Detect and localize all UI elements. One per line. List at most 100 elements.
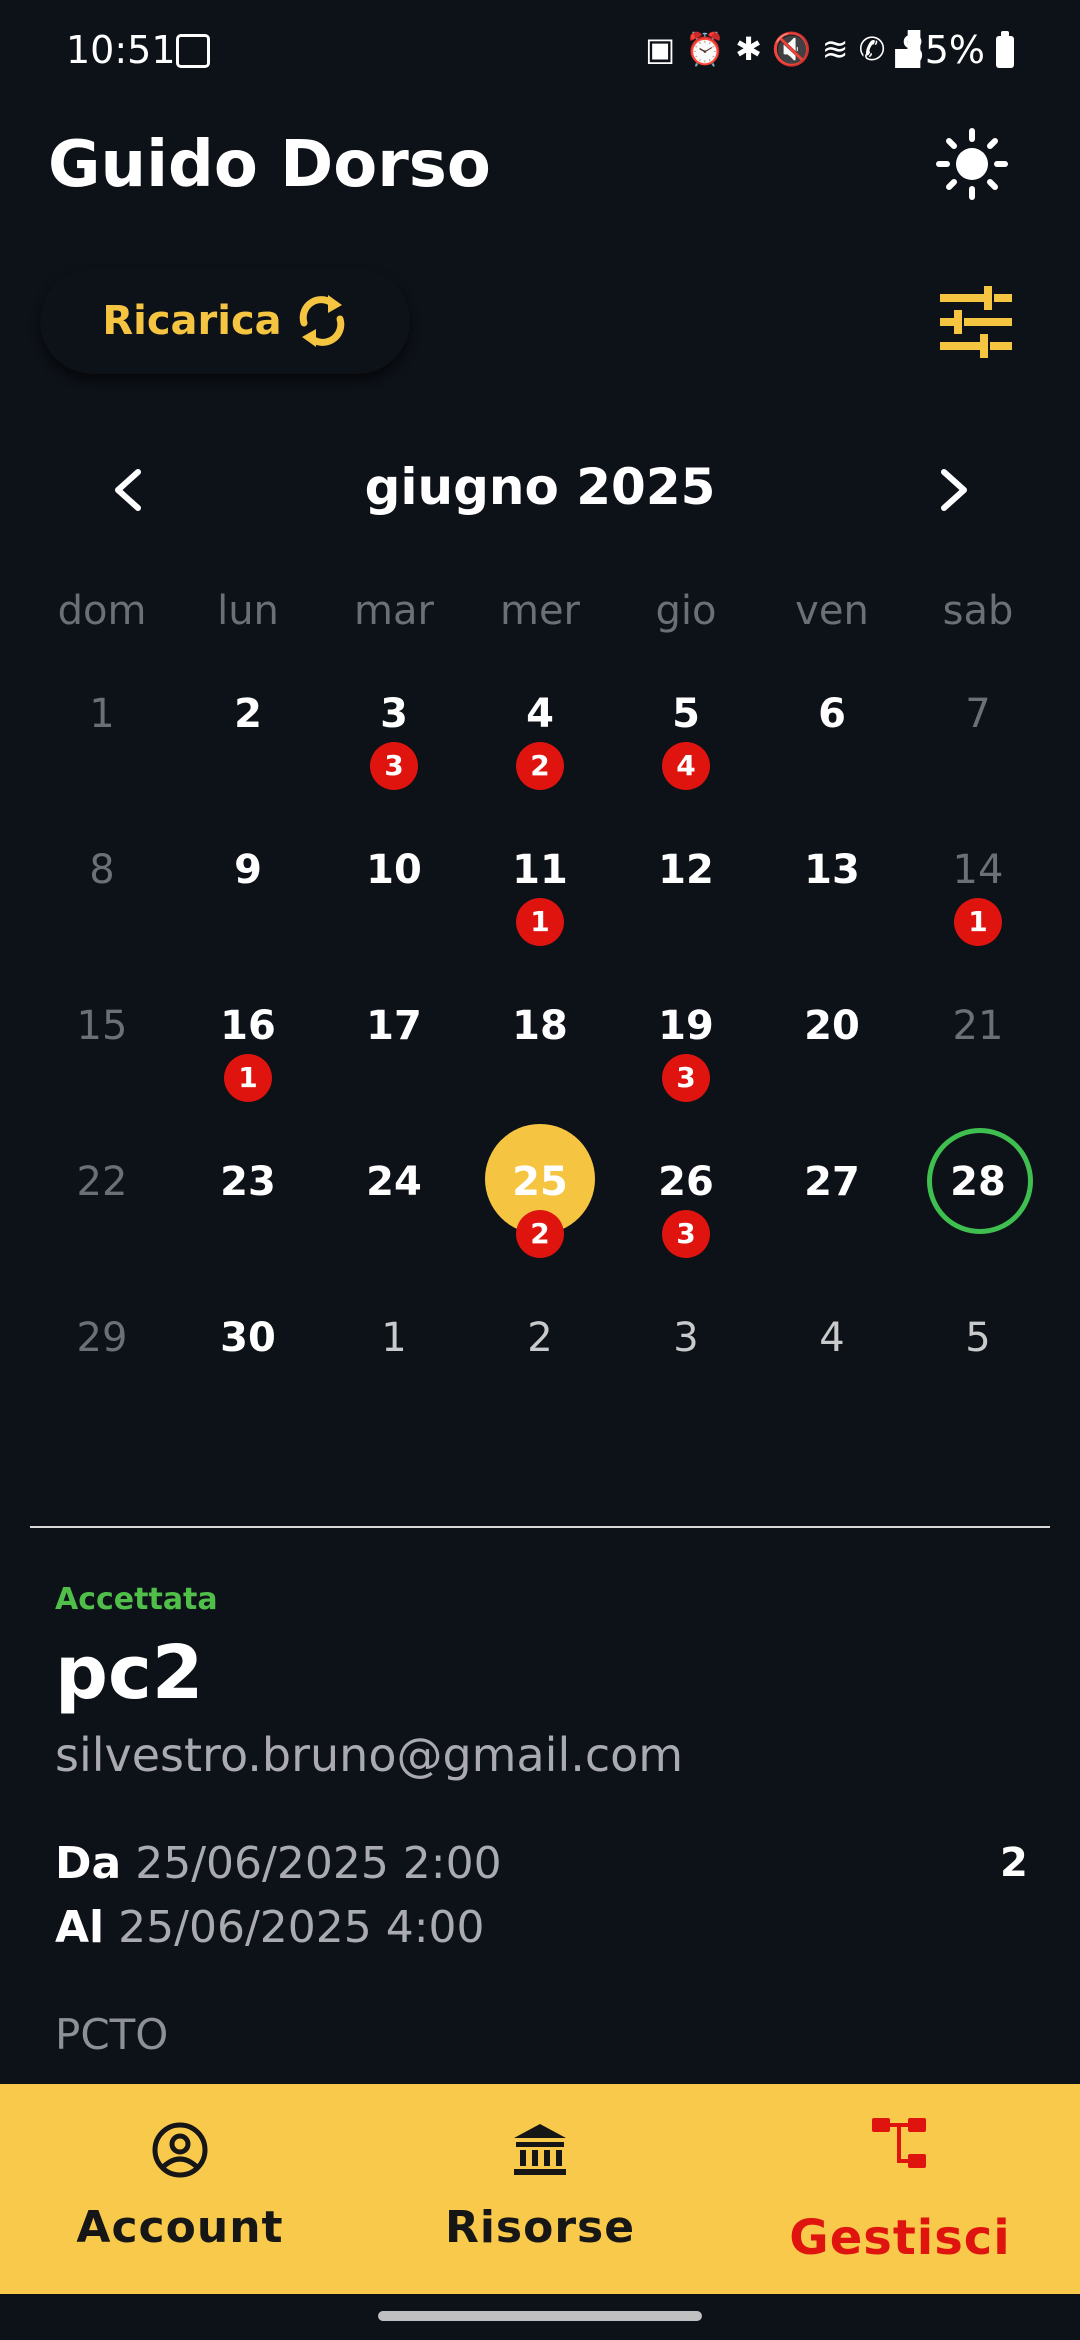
calendar-day[interactable]: 28 [905, 1128, 1051, 1314]
gallery-notification-icon [176, 34, 210, 68]
day-number: 2 [234, 691, 262, 737]
day-number: 13 [804, 847, 860, 893]
day-number: 14 [952, 847, 1004, 893]
calendar-day[interactable]: 22 [29, 1158, 175, 1314]
calendar-day[interactable]: 13 [759, 846, 905, 1002]
calendar-day[interactable]: 11 1 [467, 846, 613, 1002]
calendar-day[interactable]: 7 [905, 690, 1051, 846]
previous-month-button[interactable] [108, 466, 148, 514]
calendar-day[interactable]: 2 [467, 1314, 613, 1470]
day-number: 2 [527, 1315, 553, 1361]
calendar-day[interactable]: 2 [175, 690, 321, 846]
weekday-label: dom [57, 588, 147, 634]
calendar-day[interactable]: 23 [175, 1158, 321, 1314]
nav-manage[interactable]: Gestisci [720, 2084, 1080, 2294]
calendar-day[interactable]: 17 [321, 1002, 467, 1158]
booking-count-badge: 3 [662, 1054, 710, 1102]
calendar-day[interactable]: 1 [29, 690, 175, 846]
day-number: 10 [366, 847, 422, 893]
day-number: 5 [965, 1315, 991, 1361]
day-number: 4 [819, 1315, 845, 1361]
day-number: 27 [804, 1159, 860, 1205]
calendar-day[interactable]: 4 [759, 1314, 905, 1470]
status-icons: ▣⏰✱🔇≋✆▟ [645, 30, 930, 68]
calendar-day[interactable]: 26 3 [613, 1158, 759, 1314]
day-number: 26 [658, 1159, 714, 1205]
booking-count-badge: 1 [224, 1054, 272, 1102]
booking-count-badge: 2 [516, 1210, 564, 1258]
calendar-day[interactable]: 19 3 [613, 1002, 759, 1158]
nav-resources[interactable]: Risorse [360, 2084, 720, 2294]
day-number: 1 [89, 691, 115, 737]
status-time: 10:51 [66, 28, 176, 72]
mute-icon: 🔇 [771, 30, 822, 68]
bottom-navigation: Account Risorse Gestisci [0, 2084, 1080, 2294]
day-number: 11 [512, 847, 568, 893]
calendar-day[interactable]: 24 [321, 1158, 467, 1314]
account-tree-icon [872, 2118, 926, 2168]
day-number: 29 [76, 1315, 128, 1361]
calendar-day[interactable]: 10 [321, 846, 467, 1002]
nav-resources-label: Risorse [444, 2202, 636, 2253]
calendar-day[interactable]: 33 [321, 690, 467, 846]
calendar-day[interactable]: 1 [321, 1314, 467, 1470]
calendar-day[interactable]: 3 [613, 1314, 759, 1470]
calendar-day[interactable]: 14 1 [905, 846, 1051, 1002]
next-month-button[interactable] [934, 466, 974, 514]
day-number: 5 [672, 691, 700, 737]
calendar-day[interactable]: 12 [613, 846, 759, 1002]
booking-email: silvestro.bruno@gmail.com [55, 1728, 684, 1782]
day-number: 3 [380, 691, 408, 737]
day-number: 3 [673, 1315, 699, 1361]
bluetooth-icon: ✱ [735, 30, 772, 68]
calendar-day[interactable]: 42 [467, 690, 613, 846]
calendar-day[interactable]: 8 [29, 846, 175, 1002]
calendar-day[interactable]: 29 [29, 1314, 175, 1470]
day-number: 12 [658, 847, 714, 893]
booking-count-badge: 3 [662, 1210, 710, 1258]
booking-from-row: Da 25/06/2025 2:00 [55, 1838, 502, 1889]
weekday-label: sab [942, 588, 1014, 634]
calendar-day[interactable]: 15 [29, 1002, 175, 1158]
day-number: 21 [952, 1003, 1004, 1049]
calendar-day[interactable]: 25 2 [467, 1124, 613, 1314]
calendar-day[interactable]: 6 [759, 690, 905, 846]
booking-count-badge: 3 [370, 742, 418, 790]
booking-count: 2 [1000, 1840, 1028, 1886]
reload-button[interactable]: Ricarica [40, 268, 410, 374]
day-number: 17 [366, 1003, 422, 1049]
booking-count-badge: 2 [516, 742, 564, 790]
home-indicator [378, 2311, 702, 2321]
day-number: 22 [76, 1159, 128, 1205]
theme-toggle-button[interactable] [936, 128, 1008, 200]
weekday-label: ven [795, 588, 869, 634]
calendar-day[interactable]: 5 [905, 1314, 1051, 1470]
day-number: 8 [89, 847, 115, 893]
weekday-label: mer [499, 588, 581, 634]
account-circle-icon [152, 2122, 208, 2178]
calendar-day[interactable]: 27 [759, 1158, 905, 1314]
calendar-day[interactable]: 9 [175, 846, 321, 1002]
calendar-day[interactable]: 20 [759, 1002, 905, 1158]
nav-manage-label: Gestisci [789, 2210, 1011, 2266]
refresh-icon [299, 295, 344, 347]
day-number: 4 [526, 691, 554, 737]
day-number: 1 [381, 1315, 407, 1361]
calendar-day[interactable]: 54 [613, 690, 759, 846]
from-value: 25/06/2025 2:00 [135, 1838, 502, 1889]
wifi-call-icon: ✆ [858, 30, 896, 68]
booking-count-badge: 4 [662, 742, 710, 790]
bank-icon [514, 2124, 566, 2175]
calendar-day[interactable]: 16 1 [175, 1002, 321, 1158]
battery-icon [996, 31, 1014, 68]
booking-to-row: Al 25/06/2025 4:00 [55, 1902, 485, 1953]
nav-account-label: Account [76, 2202, 284, 2253]
day-number: 23 [220, 1159, 276, 1205]
calendar-day[interactable]: 30 [175, 1314, 321, 1470]
nav-account[interactable]: Account [0, 2084, 360, 2294]
booking-resource-name: pc2 [55, 1630, 204, 1716]
filter-button[interactable] [936, 284, 1016, 360]
day-number: 7 [965, 691, 991, 737]
month-title: giugno 2025 [364, 458, 716, 516]
wifi-icon: ≋ [821, 30, 859, 68]
